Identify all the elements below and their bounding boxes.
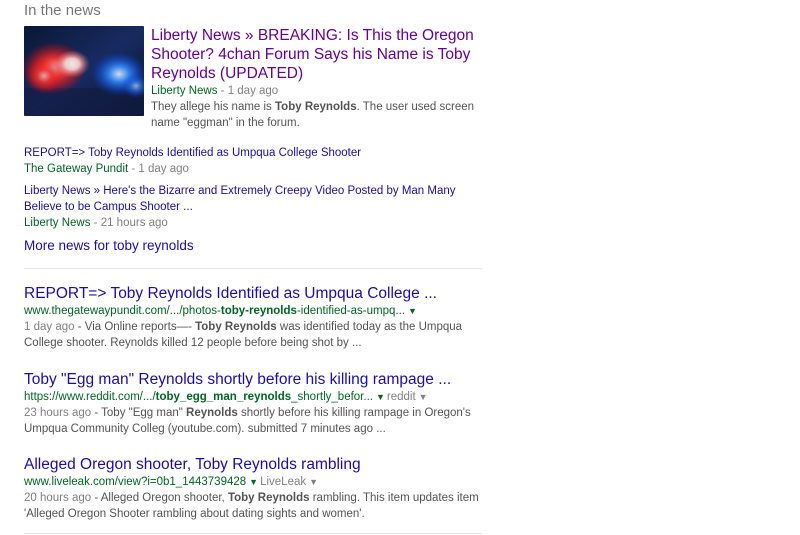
result-url-bold: toby_egg_man_reynolds xyxy=(155,391,292,403)
top-story-source: Liberty News xyxy=(151,85,218,97)
result-url-text: www.thegatewaypundit.com/.../photos- xyxy=(24,305,221,317)
news-item-source-line: The Gateway Pundit - 1 day ago xyxy=(24,161,484,177)
search-result: Toby "Egg man" Reynolds shortly before h… xyxy=(24,370,484,437)
result-snippet-bold: Toby Reynolds xyxy=(195,321,277,333)
result-date: 23 hours ago xyxy=(24,407,92,419)
search-result: REPORT=> Toby Reynolds Identified as Ump… xyxy=(24,284,484,351)
top-story-snippet-text: They allege his name is xyxy=(151,101,276,113)
section-divider xyxy=(24,533,482,534)
more-news-link[interactable]: More news for toby reynolds xyxy=(24,238,194,253)
result-date: 20 hours ago xyxy=(24,492,92,504)
result-title-link[interactable]: Toby "Egg man" Reynolds shortly before h… xyxy=(24,370,484,389)
site-dropdown-caret-icon[interactable]: ▼ xyxy=(309,477,318,487)
site-dropdown-caret-icon[interactable]: ▼ xyxy=(419,392,428,402)
section-divider xyxy=(24,268,482,269)
result-url-bold: toby-reynolds xyxy=(220,305,297,317)
result-url: https://www.reddit.com/.../toby_egg_man_… xyxy=(24,389,484,405)
news-item-source: Liberty News xyxy=(24,217,91,229)
result-snippet-text: - Via Online reports—- xyxy=(74,321,196,333)
result-snippet: 20 hours ago - Alleged Oregon shooter, T… xyxy=(24,490,484,522)
top-story-snippet-bold: Toby Reynolds xyxy=(275,101,357,113)
result-snippet-text: - Toby "Egg man" xyxy=(91,407,187,419)
news-item-time: - 21 hours ago xyxy=(90,217,168,229)
result-snippet: 23 hours ago - Toby "Egg man" Reynolds s… xyxy=(24,405,484,437)
result-snippet-bold: Toby Reynolds xyxy=(227,492,310,504)
result-date: 1 day ago xyxy=(24,321,75,333)
result-site-name: LiveLeak xyxy=(260,476,307,488)
news-section-title: In the news xyxy=(24,2,101,19)
news-item: Liberty News » Here's the Bizarre and Ex… xyxy=(24,183,484,231)
url-dropdown-caret-icon[interactable]: ▼ xyxy=(376,392,385,402)
result-site-name: reddit xyxy=(386,391,416,403)
url-dropdown-caret-icon[interactable]: ▼ xyxy=(408,306,417,316)
news-item-title-link[interactable]: Liberty News » Here's the Bizarre and Ex… xyxy=(24,183,464,215)
top-story-snippet: They allege his name is Toby Reynolds. T… xyxy=(151,99,481,131)
result-url-text-end: _shortly_befor... xyxy=(291,391,373,403)
result-snippet: 1 day ago - Via Online reports—- Toby Re… xyxy=(24,319,484,351)
news-item-time: - 1 day ago xyxy=(128,163,189,175)
result-snippet-text: - Alleged Oregon shooter, xyxy=(91,492,228,504)
top-story-time: - 1 day ago xyxy=(217,85,279,97)
url-dropdown-caret-icon[interactable]: ▼ xyxy=(249,477,258,487)
news-item: REPORT=> Toby Reynolds Identified as Ump… xyxy=(24,145,484,177)
top-story-title-link[interactable]: Liberty News » BREAKING: Is This the Ore… xyxy=(151,26,481,83)
news-item-source-line: Liberty News - 21 hours ago xyxy=(24,215,484,231)
result-title-link[interactable]: REPORT=> Toby Reynolds Identified as Ump… xyxy=(24,284,484,303)
result-url-text: https://www.reddit.com/.../ xyxy=(24,391,156,403)
news-item-source: The Gateway Pundit xyxy=(24,163,129,175)
result-title-link[interactable]: Alleged Oregon shooter, Toby Reynolds ra… xyxy=(24,455,484,474)
search-result: Alleged Oregon shooter, Toby Reynolds ra… xyxy=(24,455,484,522)
top-story-source-line: Liberty News - 1 day ago xyxy=(151,83,481,99)
result-url: www.thegatewaypundit.com/.../photos-toby… xyxy=(24,303,484,319)
news-item-title-link[interactable]: REPORT=> Toby Reynolds Identified as Ump… xyxy=(24,145,484,161)
result-snippet-bold: Reynolds xyxy=(186,407,238,419)
result-url-text: www.liveleak.com/view?i=0b1_1443739428 xyxy=(24,476,247,488)
police-lights-image[interactable] xyxy=(24,26,144,116)
result-url: www.liveleak.com/view?i=0b1_1443739428 ▼ L… xyxy=(24,474,484,490)
result-url-text-end: -identified-as-umpq... xyxy=(296,305,405,317)
